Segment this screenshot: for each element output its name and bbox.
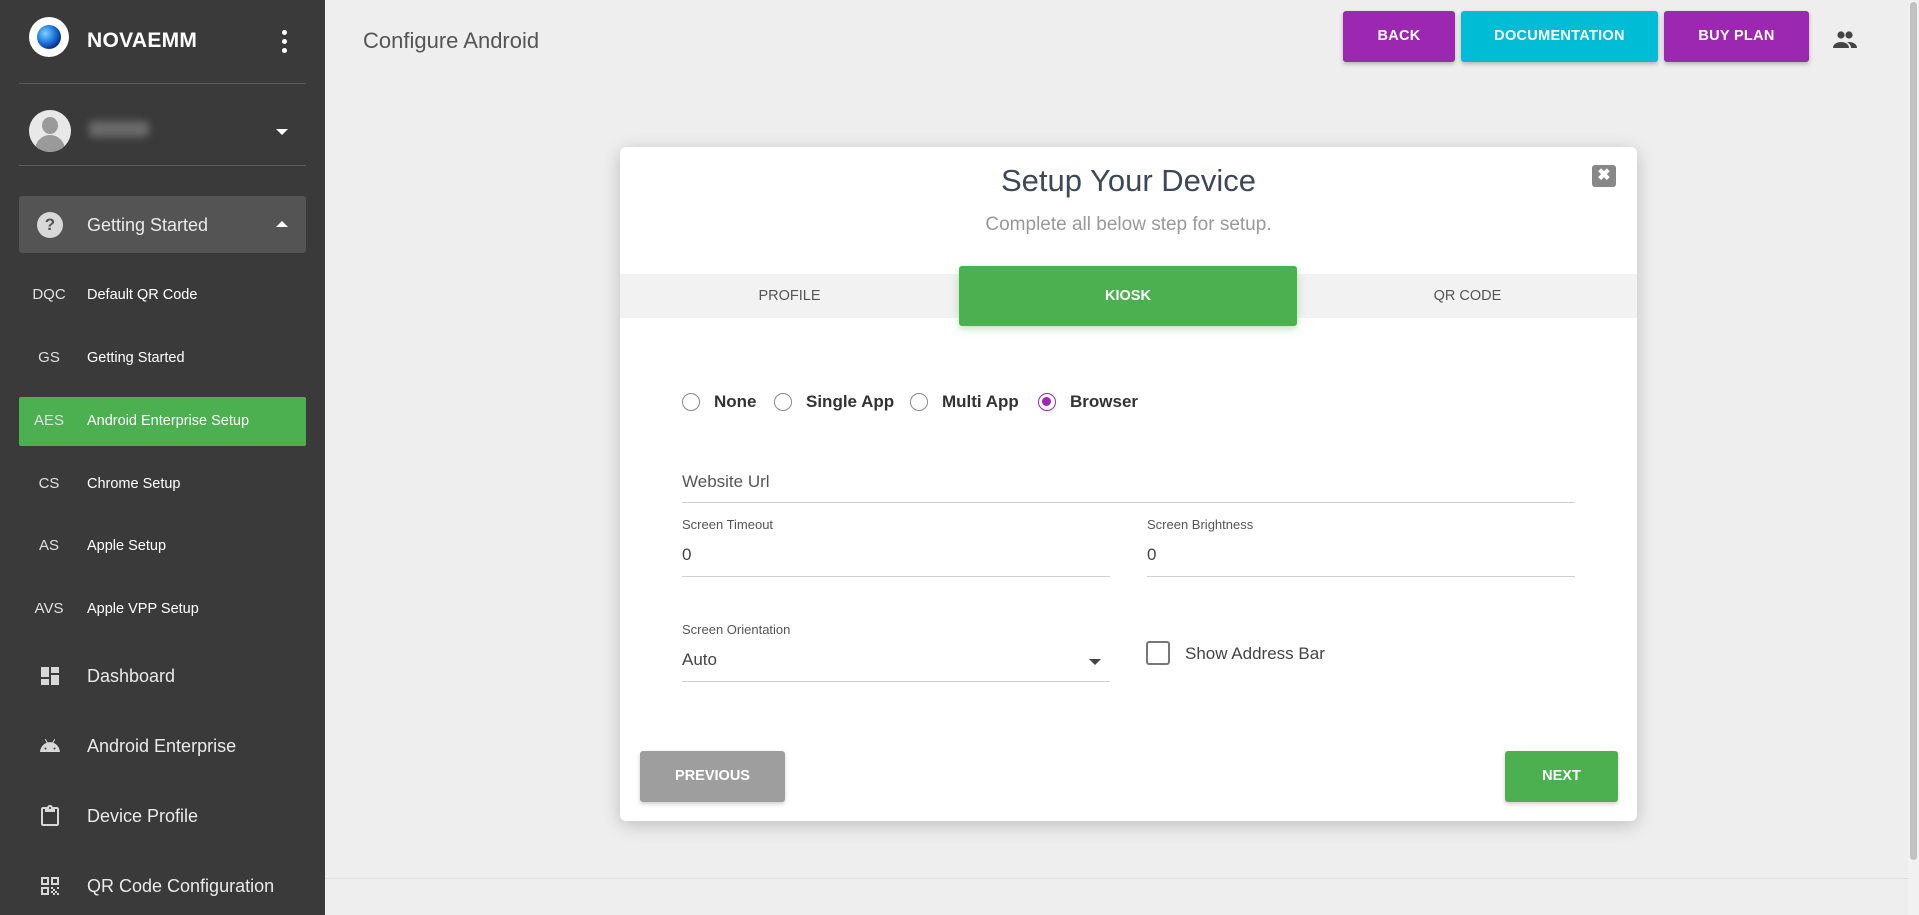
radio-label: Multi App xyxy=(942,392,1019,411)
sidebar-item-default-qr-code[interactable]: DQC Default QR Code xyxy=(19,271,306,320)
brand-name: NOVAEMM xyxy=(87,29,198,52)
screen-orientation-underline xyxy=(682,681,1110,682)
sidebar-item-apple-vpp-setup[interactable]: AVS Apple VPP Setup xyxy=(19,585,306,634)
sidebar-group-getting-started[interactable]: ? Getting Started xyxy=(19,196,306,253)
tab-profile[interactable]: PROFILE xyxy=(620,274,959,318)
screen-orientation-select[interactable] xyxy=(682,639,1110,679)
sidebar-item-label: Chrome Setup xyxy=(87,476,181,492)
radio-label: Browser xyxy=(1070,392,1139,411)
sidebar-group-label: Getting Started xyxy=(87,215,209,235)
website-url-underline xyxy=(682,502,1575,503)
documentation-button[interactable]: DOCUMENTATION xyxy=(1461,11,1658,62)
radio-single-app[interactable]: Single App xyxy=(774,390,898,414)
radio-circle-selected xyxy=(1038,393,1056,411)
clipboard-icon xyxy=(41,805,59,826)
chevron-up-icon xyxy=(276,221,288,227)
people-icon[interactable] xyxy=(1832,30,1858,50)
user-profile[interactable] xyxy=(19,96,306,166)
globe-icon xyxy=(37,25,61,49)
sidebar-item-label: QR Code Configuration xyxy=(87,876,275,896)
sidebar-item-abbr: AS xyxy=(38,537,59,554)
sidebar-item-dashboard[interactable]: Dashboard xyxy=(19,645,306,705)
sidebar-item-android-enterprise-setup[interactable]: AES Android Enterprise Setup xyxy=(19,397,306,446)
screen-orientation-value: Auto xyxy=(682,650,717,669)
sidebar-item-abbr: GS xyxy=(38,349,60,366)
sidebar-item-label: Dashboard xyxy=(87,666,176,686)
screen-timeout-input[interactable] xyxy=(682,535,1110,575)
screen-timeout-underline xyxy=(682,576,1110,577)
next-button[interactable]: NEXT xyxy=(1505,751,1618,802)
sidebar-item-label: Android Enterprise xyxy=(87,736,237,756)
sidebar-item-label: Getting Started xyxy=(87,350,185,366)
sidebar-item-label: Apple Setup xyxy=(87,538,167,554)
tab-kiosk[interactable]: KIOSK xyxy=(959,266,1297,326)
show-address-bar-checkbox[interactable] xyxy=(1146,641,1170,665)
screen-timeout-value: 0 xyxy=(682,545,692,564)
page-scrollbar[interactable] xyxy=(1908,0,1919,915)
radio-circle xyxy=(774,393,792,411)
sidebar-item-android-enterprise[interactable]: Android Enterprise xyxy=(19,715,306,775)
sidebar-item-label: Apple VPP Setup xyxy=(87,601,199,617)
sidebar-item-device-profile[interactable]: Device Profile xyxy=(19,785,306,845)
footer-divider xyxy=(325,878,1908,879)
buy-plan-button[interactable]: BUY PLAN xyxy=(1664,11,1809,62)
sidebar-item-chrome-setup[interactable]: CS Chrome Setup xyxy=(19,460,306,509)
username-blurred xyxy=(89,121,149,137)
back-button[interactable]: BACK xyxy=(1343,11,1455,62)
radio-label: None xyxy=(714,392,757,411)
screen-timeout-label: Screen Timeout xyxy=(682,517,774,532)
close-icon[interactable]: ✖ xyxy=(1592,165,1616,187)
sidebar-item-qr-code-configuration[interactable]: QR Code Configuration xyxy=(19,855,306,915)
screen-brightness-label: Screen Brightness xyxy=(1147,517,1254,532)
screen-brightness-value: 0 xyxy=(1147,545,1157,564)
sidebar-item-abbr: AVS xyxy=(34,600,64,617)
sidebar-item-getting-started[interactable]: GS Getting Started xyxy=(19,334,306,383)
scrollbar-thumb[interactable] xyxy=(1910,2,1917,860)
qr-code-icon xyxy=(41,877,59,895)
more-vert-icon[interactable] xyxy=(274,26,294,56)
sidebar-item-label: Android Enterprise Setup xyxy=(87,413,250,429)
sidebar-item-abbr: AES xyxy=(33,412,64,429)
dashboard-icon xyxy=(41,667,59,685)
modal-subtitle: Complete all below step for setup. xyxy=(985,214,1272,235)
website-url-label: Website Url xyxy=(682,472,770,491)
brand-logo xyxy=(29,17,69,57)
avatar xyxy=(29,110,71,152)
sidebar-item-abbr: DQC xyxy=(32,286,66,303)
website-url-input[interactable] xyxy=(682,465,1575,503)
sidebar-item-label: Device Profile xyxy=(87,806,199,826)
screen-brightness-underline xyxy=(1147,576,1575,577)
sidebar-item-apple-setup[interactable]: AS Apple Setup xyxy=(19,522,306,571)
radio-circle xyxy=(910,393,928,411)
dropdown-arrow-icon xyxy=(1089,659,1101,665)
previous-button[interactable]: PREVIOUS xyxy=(640,751,785,802)
show-address-bar-label: Show Address Bar xyxy=(1185,644,1325,663)
modal-title: Setup Your Device xyxy=(1000,163,1257,198)
radio-browser[interactable]: Browser xyxy=(1038,390,1148,414)
help-circle-icon: ? xyxy=(37,212,63,238)
radio-circle xyxy=(682,393,700,411)
sidebar-item-abbr: CS xyxy=(38,475,60,492)
sidebar-item-label: Default QR Code xyxy=(87,287,198,303)
radio-none[interactable]: None xyxy=(682,390,762,414)
radio-multi-app[interactable]: Multi App xyxy=(910,390,1026,414)
page-title: Configure Android xyxy=(363,28,540,53)
screen-orientation-label: Screen Orientation xyxy=(682,622,791,637)
tab-qr-code[interactable]: QR CODE xyxy=(1298,274,1637,318)
setup-device-modal: Setup Your Device Complete all below ste… xyxy=(620,147,1637,821)
screen-brightness-input[interactable] xyxy=(1147,535,1575,575)
chevron-down-icon[interactable] xyxy=(276,129,288,135)
sidebar: NOVAEMM ? Getting Started DQC Default QR… xyxy=(0,0,325,915)
brand-header: NOVAEMM xyxy=(19,0,306,84)
android-icon xyxy=(40,739,60,752)
radio-label: Single App xyxy=(806,392,895,411)
